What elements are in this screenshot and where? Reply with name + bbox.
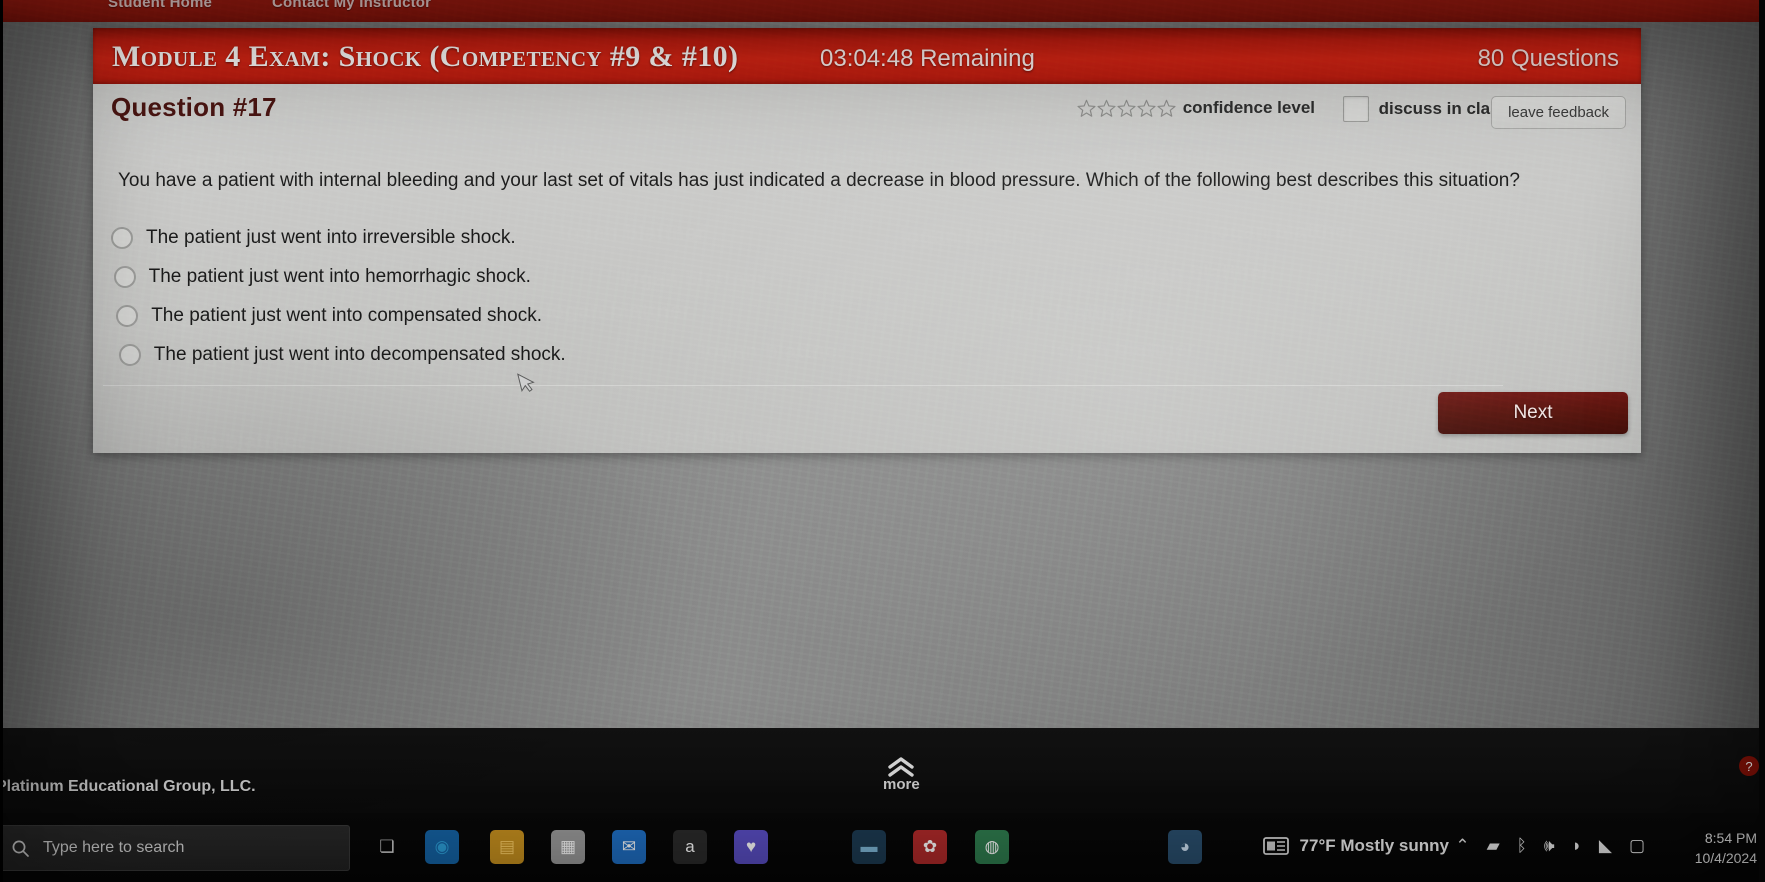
- chrome-icon-glyph: ◍: [984, 837, 1000, 856]
- exam-title: Module 4 Exam: Shock (Competency #9 & #1…: [112, 40, 739, 73]
- store-icon-glyph: ▦: [559, 837, 577, 856]
- answer-options-list: The patient just went into irreversible …: [111, 218, 1111, 374]
- red-app-icon[interactable]: ✿: [913, 830, 947, 864]
- globe-app-icon[interactable]: ◕: [1168, 830, 1202, 864]
- store-icon[interactable]: ▦: [551, 830, 585, 864]
- monitor-bezel-left: [0, 0, 3, 882]
- confidence-star-3[interactable]: [1117, 99, 1136, 118]
- chrome-icon[interactable]: ◍: [975, 830, 1009, 864]
- taskbar-search-placeholder: Type here to search: [43, 839, 185, 856]
- volume-icon[interactable]: 🕪: [1544, 837, 1555, 854]
- mhp-app-icon-glyph: ▬: [860, 837, 878, 856]
- network-disconnected-icon[interactable]: ◣: [1599, 837, 1612, 854]
- action-center-icon[interactable]: ▢: [1629, 837, 1645, 854]
- question-toolbar-row: Question #17 confidence level discuss in…: [93, 84, 1641, 134]
- confidence-level-label: confidence level: [1182, 98, 1315, 117]
- card-divider: [103, 385, 1503, 386]
- question-prompt: You have a patient with internal bleedin…: [118, 170, 1520, 191]
- amazon-icon[interactable]: a: [673, 830, 707, 864]
- nav-link-contact-instructor[interactable]: Contact My Instructor: [272, 0, 431, 11]
- task-view-icon[interactable]: ❏: [370, 830, 404, 864]
- leave-feedback-button[interactable]: leave feedback: [1491, 96, 1626, 129]
- edge-icon-glyph: ◉: [434, 837, 450, 856]
- exam-question-count: 80 Questions: [1477, 45, 1619, 72]
- question-number: Question #17: [111, 92, 277, 122]
- exam-header-bar: Module 4 Exam: Shock (Competency #9 & #1…: [93, 28, 1641, 84]
- confidence-stars[interactable]: [1077, 99, 1176, 118]
- confidence-star-5[interactable]: [1157, 99, 1176, 118]
- answer-option-label-1: The patient just went into irreversible …: [146, 226, 516, 248]
- windows-taskbar: Type here to search 77°F Mostly sunny ⌃ ▰…: [0, 813, 1765, 882]
- taskbar-clock[interactable]: 8:54 PM 10/4/2024: [1695, 828, 1757, 869]
- file-explorer-icon[interactable]: ▤: [490, 830, 524, 864]
- answer-radio-3[interactable]: [116, 304, 139, 327]
- answer-option-label-3: The patient just went into compensated s…: [151, 304, 542, 326]
- confidence-star-4[interactable]: [1137, 99, 1156, 118]
- exam-card: Module 4 Exam: Shock (Competency #9 & #1…: [93, 28, 1641, 453]
- answer-option-2[interactable]: The patient just went into hemorrhagic s…: [113, 257, 1111, 296]
- confidence-star-2[interactable]: [1097, 99, 1116, 118]
- wifi-icon[interactable]: ◗: [1572, 837, 1582, 854]
- mail-icon[interactable]: ✉: [612, 830, 646, 864]
- discuss-in-class-control[interactable]: discuss in class: [1342, 96, 1509, 122]
- confidence-level-control[interactable]: confidence level: [1077, 98, 1315, 118]
- show-hidden-icons-chevron[interactable]: ⌃: [1455, 837, 1469, 854]
- answer-radio-2[interactable]: [113, 265, 136, 288]
- answer-option-1[interactable]: The patient just went into irreversible …: [111, 218, 1111, 257]
- monitor-screen: logan blattnerblattnerlogan blattnerloga…: [0, 0, 1765, 882]
- amazon-icon-glyph: a: [685, 837, 695, 856]
- confidence-star-1[interactable]: [1077, 99, 1096, 118]
- clock-date: 10/4/2024: [1694, 850, 1757, 867]
- globe-app-icon-glyph: ◕: [1179, 837, 1191, 856]
- site-footer: Platinum Educational Group, LLC. more ?: [0, 728, 1765, 813]
- answer-radio-4[interactable]: [118, 343, 141, 366]
- mhp-app-icon[interactable]: ▬: [852, 830, 886, 864]
- answer-radio-1[interactable]: [111, 226, 133, 249]
- taskbar-weather-widget[interactable]: 77°F Mostly sunny: [1262, 835, 1449, 857]
- discuss-in-class-checkbox[interactable]: [1342, 96, 1369, 122]
- answer-option-3[interactable]: The patient just went into compensated s…: [116, 296, 1111, 335]
- answer-option-4[interactable]: The patient just went into decompensated…: [118, 335, 1111, 374]
- nav-link-student-home[interactable]: Student Home: [108, 0, 212, 11]
- bluetooth-icon[interactable]: ᛒ: [1517, 837, 1527, 854]
- answer-option-label-2: The patient just went into hemorrhagic s…: [148, 265, 531, 287]
- chevron-double-up-icon: [888, 757, 915, 777]
- taskbar-search-box[interactable]: Type here to search: [0, 825, 350, 871]
- news-weather-icon: [1262, 837, 1289, 855]
- clock-time: 8:54 PM: [1704, 830, 1757, 846]
- help-badge[interactable]: ?: [1739, 756, 1759, 776]
- task-view-icon-glyph: ❏: [379, 837, 395, 856]
- discuss-in-class-label: discuss in class: [1378, 99, 1509, 118]
- answer-option-label-4: The patient just went into decompensated…: [153, 343, 566, 365]
- heart-app-icon[interactable]: ♥: [734, 830, 768, 864]
- edge-icon[interactable]: ◉: [425, 830, 459, 864]
- file-explorer-icon-glyph: ▤: [498, 837, 516, 856]
- exam-timer: 03:04:48 Remaining: [820, 45, 1035, 72]
- monitor-bezel-right: [1759, 0, 1765, 882]
- search-icon: [12, 840, 29, 857]
- battery-icon[interactable]: ▰: [1487, 837, 1500, 854]
- site-top-nav: Student Home Contact My Instructor: [0, 0, 1765, 22]
- next-button-label: Next: [1513, 402, 1553, 423]
- weather-description: Mostly sunny: [1340, 836, 1449, 855]
- exam-page: logan blattnerblattnerlogan blattnerloga…: [0, 0, 1765, 728]
- mail-icon-glyph: ✉: [621, 837, 637, 856]
- footer-copyright: Platinum Educational Group, LLC.: [0, 778, 256, 795]
- system-tray-icons: ⌃ ▰ ᛒ 🕪 ◗ ◣ ▢: [1455, 837, 1645, 854]
- heart-app-icon-glyph: ♥: [745, 837, 757, 856]
- more-label: more: [883, 776, 920, 793]
- next-button[interactable]: Next: [1438, 392, 1628, 434]
- weather-text: 77°F Mostly sunny: [1300, 836, 1449, 856]
- more-toggle[interactable]: more: [883, 756, 920, 793]
- red-app-icon-glyph: ✿: [922, 837, 938, 856]
- weather-temperature: 77°F: [1299, 836, 1336, 855]
